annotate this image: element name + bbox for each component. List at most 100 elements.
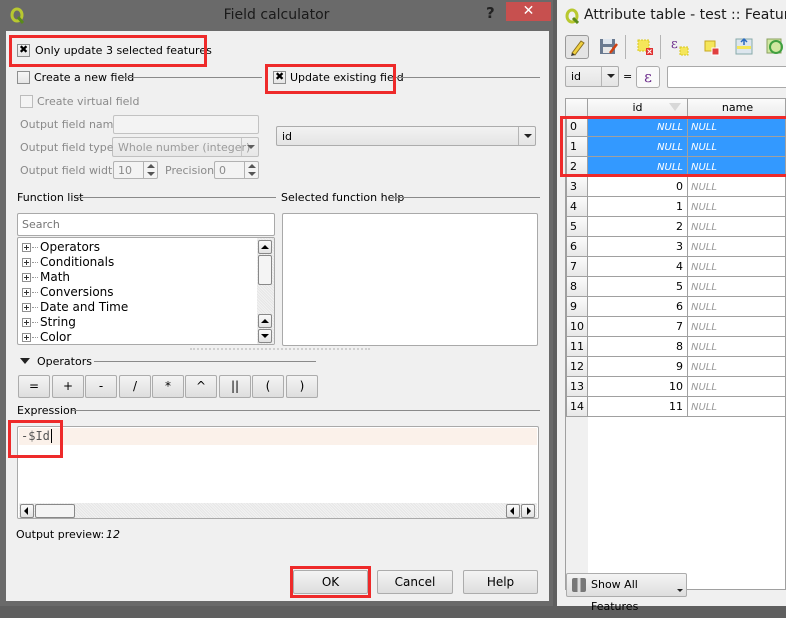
- create-virtual-field-checkbox[interactable]: [20, 95, 33, 108]
- select-by-expression-icon[interactable]: ε: [669, 35, 693, 59]
- column-header-name[interactable]: name: [688, 99, 785, 117]
- scrollbar-thumb[interactable]: [258, 255, 272, 285]
- table-row[interactable]: 14 11 NULL: [566, 397, 785, 417]
- show-all-features-button[interactable]: Show All Features: [566, 573, 687, 613]
- output-field-name-input[interactable]: [113, 115, 259, 134]
- function-search-input[interactable]: [17, 213, 275, 236]
- invert-selection-icon[interactable]: [701, 35, 725, 59]
- expand-icon[interactable]: [22, 303, 31, 312]
- close-button[interactable]: ✕: [506, 2, 551, 21]
- cell-id[interactable]: 7: [588, 317, 688, 337]
- table-row[interactable]: 6 3 NULL: [566, 237, 785, 257]
- filter-value-input[interactable]: [667, 66, 786, 88]
- scroll-down-button[interactable]: [258, 329, 272, 343]
- pan-to-selection-icon[interactable]: [764, 35, 786, 59]
- expand-icon[interactable]: [22, 273, 31, 282]
- row-header[interactable]: 11: [566, 337, 588, 357]
- table-row[interactable]: 11 8 NULL: [566, 337, 785, 357]
- table-row[interactable]: 8 5 NULL: [566, 277, 785, 297]
- cancel-button[interactable]: Cancel: [377, 570, 453, 594]
- cell-id[interactable]: 8: [588, 337, 688, 357]
- toggle-editing-icon[interactable]: [565, 35, 589, 59]
- table-row[interactable]: 7 4 NULL: [566, 257, 785, 277]
- scroll-left-button[interactable]: [506, 504, 520, 518]
- scrollbar-thumb[interactable]: [35, 504, 75, 518]
- cell-id[interactable]: 5: [588, 277, 688, 297]
- cell-id[interactable]: 3: [588, 237, 688, 257]
- move-selection-to-top-icon[interactable]: [733, 35, 757, 59]
- table-row[interactable]: 13 10 NULL: [566, 377, 785, 397]
- output-field-type-select[interactable]: Whole number (integer): [112, 137, 259, 157]
- precision-spinbox[interactable]: 0: [214, 161, 259, 179]
- row-header[interactable]: 6: [566, 237, 588, 257]
- operator-open-paren-button[interactable]: (: [252, 375, 284, 398]
- expand-icon[interactable]: [22, 333, 31, 342]
- operator-equals-button[interactable]: =: [18, 375, 50, 398]
- cell-name[interactable]: NULL: [688, 237, 785, 257]
- row-header[interactable]: 12: [566, 357, 588, 377]
- operator-plus-button[interactable]: +: [52, 375, 84, 398]
- output-field-width-spinbox[interactable]: 10: [113, 161, 158, 179]
- scroll-up-button[interactable]: [258, 314, 272, 328]
- cell-name[interactable]: NULL: [688, 197, 785, 217]
- cell-name[interactable]: NULL: [688, 277, 785, 297]
- cell-name[interactable]: NULL: [688, 397, 785, 417]
- cell-name[interactable]: NULL: [688, 357, 785, 377]
- cell-name[interactable]: NULL: [688, 217, 785, 237]
- cell-id[interactable]: 4: [588, 257, 688, 277]
- cell-id[interactable]: 11: [588, 397, 688, 417]
- scroll-up-button[interactable]: [258, 240, 272, 254]
- row-header[interactable]: 9: [566, 297, 588, 317]
- table-row[interactable]: 5 2 NULL: [566, 217, 785, 237]
- operator-power-button[interactable]: ^: [185, 375, 217, 398]
- table-row[interactable]: 10 7 NULL: [566, 317, 785, 337]
- horizontal-scrollbar[interactable]: [19, 503, 537, 518]
- collapse-triangle-icon[interactable]: [20, 358, 30, 364]
- help-icon[interactable]: ?: [486, 4, 495, 22]
- expand-icon[interactable]: [22, 243, 31, 252]
- row-header[interactable]: 14: [566, 397, 588, 417]
- operator-close-paren-button[interactable]: ): [286, 375, 318, 398]
- expand-icon[interactable]: [22, 258, 31, 267]
- operator-divide-button[interactable]: /: [119, 375, 151, 398]
- cell-id[interactable]: 1: [588, 197, 688, 217]
- operator-concat-button[interactable]: ||: [219, 375, 251, 398]
- row-header[interactable]: 5: [566, 217, 588, 237]
- expression-editor[interactable]: -$Id: [17, 426, 539, 519]
- row-header[interactable]: 13: [566, 377, 588, 397]
- scroll-left-button[interactable]: [20, 504, 34, 518]
- table-row[interactable]: 12 9 NULL: [566, 357, 785, 377]
- cell-name[interactable]: NULL: [688, 317, 785, 337]
- help-button[interactable]: Help: [463, 570, 538, 594]
- column-header-id[interactable]: id: [588, 99, 688, 117]
- cell-name[interactable]: NULL: [688, 177, 785, 197]
- cell-name[interactable]: NULL: [688, 297, 785, 317]
- cell-name[interactable]: NULL: [688, 257, 785, 277]
- row-header[interactable]: 3: [566, 177, 588, 197]
- deselect-all-icon[interactable]: [634, 35, 658, 59]
- row-header[interactable]: 7: [566, 257, 588, 277]
- scroll-right-button[interactable]: [521, 504, 535, 518]
- row-header[interactable]: 10: [566, 317, 588, 337]
- expand-icon[interactable]: [22, 318, 31, 327]
- expression-builder-button[interactable]: ε: [636, 66, 660, 88]
- cell-id[interactable]: 0: [588, 177, 688, 197]
- operator-minus-button[interactable]: -: [85, 375, 117, 398]
- expand-icon[interactable]: [22, 288, 31, 297]
- spin-arrows-icon[interactable]: [143, 162, 157, 178]
- cell-name[interactable]: NULL: [688, 377, 785, 397]
- save-edits-icon[interactable]: [597, 35, 621, 59]
- create-new-field-checkbox[interactable]: [17, 71, 30, 84]
- operator-multiply-button[interactable]: *: [152, 375, 184, 398]
- row-header[interactable]: 4: [566, 197, 588, 217]
- cell-id[interactable]: 9: [588, 357, 688, 377]
- table-row[interactable]: 3 0 NULL: [566, 177, 785, 197]
- splitter-handle[interactable]: [190, 348, 370, 350]
- existing-field-select[interactable]: id: [276, 126, 536, 146]
- corner-header[interactable]: [566, 99, 588, 117]
- cell-name[interactable]: NULL: [688, 337, 785, 357]
- row-header[interactable]: 8: [566, 277, 588, 297]
- table-row[interactable]: 4 1 NULL: [566, 197, 785, 217]
- cell-id[interactable]: 2: [588, 217, 688, 237]
- cell-id[interactable]: 6: [588, 297, 688, 317]
